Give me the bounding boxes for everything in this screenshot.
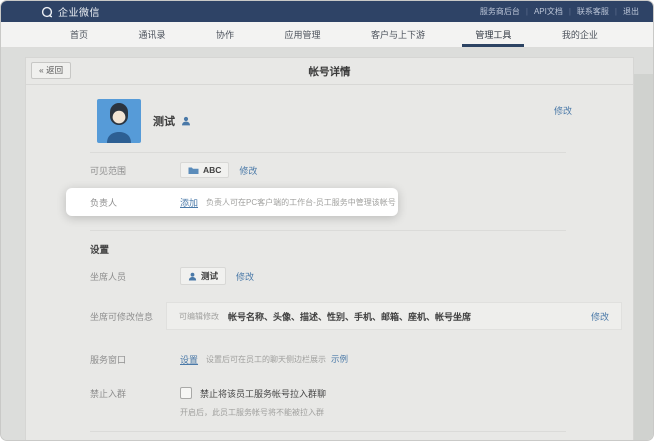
panel-header: 帐号详情 « 返回 [26, 58, 633, 85]
main-nav: 首页 通讯录 协作 应用管理 客户与上下游 管理工具 我的企业 [1, 22, 653, 48]
agent-value: 测试 [201, 270, 218, 282]
tab-home[interactable]: 首页 [57, 22, 101, 47]
profile-modify-link[interactable]: 修改 [554, 104, 572, 117]
topbar-links: 服务商后台 | API文档 | 联系客服 | 退出 [480, 6, 639, 17]
tab-label: 我的企业 [562, 28, 598, 41]
page-title: 帐号详情 [26, 58, 633, 85]
back-button[interactable]: « 返回 [31, 62, 71, 79]
settings-section-title: 设置 [90, 242, 109, 256]
no-group-hint: 开启后，此员工服务帐号将不能被拉入群 [180, 407, 324, 418]
visible-range-label: 可见范围 [90, 164, 180, 177]
back-button-label: 返回 [46, 65, 63, 75]
owner-label: 负责人 [90, 196, 180, 209]
agent-edit-fields: 帐号名称、头像、描述、性别、手机、邮箱、座机、帐号坐席 [228, 310, 582, 323]
separator: | [526, 7, 528, 16]
account-avatar [97, 99, 141, 143]
no-group-option-label: 禁止将该员工服务帐号拉入群聊 [200, 387, 326, 400]
owner-hint: 负责人可在PC客户端的工作台-员工服务中管理该帐号 [206, 197, 396, 208]
agent-modify-link[interactable]: 修改 [236, 270, 254, 283]
service-window-set-link[interactable]: 设置 [180, 353, 198, 366]
tab-label: 客户与上下游 [371, 28, 425, 41]
service-window-label: 服务窗口 [90, 353, 180, 366]
divider [90, 152, 566, 153]
owner-row-spotlight: 负责人 添加 负责人可在PC客户端的工作台-员工服务中管理该帐号 [66, 188, 398, 216]
agent-edit-modify-link[interactable]: 修改 [591, 310, 609, 323]
tab-collaboration[interactable]: 协作 [203, 22, 247, 47]
tab-customers[interactable]: 客户与上下游 [358, 22, 438, 47]
visible-range-row: 可见范围 ABC 修改 [26, 159, 633, 181]
visible-range-value: ABC [203, 165, 221, 175]
brand: 企业微信 [41, 4, 100, 19]
tab-label: 应用管理 [284, 28, 320, 41]
owner-add-link[interactable]: 添加 [180, 196, 198, 209]
no-group-row: 禁止入群 禁止将该员工服务帐号拉入群聊 [26, 385, 633, 401]
tab-admin-tools[interactable]: 管理工具 [462, 22, 524, 47]
topbar-link-api-docs[interactable]: API文档 [534, 6, 563, 17]
no-group-hint-row: 开启后，此员工服务帐号将不能被拉入群 [26, 405, 633, 419]
divider [90, 230, 566, 231]
page-body: 帐号详情 « 返回 测试 [1, 48, 653, 441]
agent-label: 坐席人员 [90, 270, 180, 283]
person-icon [181, 116, 191, 126]
vertical-scrollbar[interactable] [634, 74, 653, 441]
tab-label: 首页 [70, 28, 88, 41]
topbar-link-support[interactable]: 联系客服 [577, 6, 609, 17]
person-icon [188, 272, 197, 281]
tab-label: 通讯录 [138, 28, 165, 41]
topbar: 企业微信 服务商后台 | API文档 | 联系客服 | 退出 [1, 1, 653, 22]
service-window-hint: 设置后可在员工的聊天侧边栏展示 [206, 354, 326, 365]
visible-range-chip: ABC [180, 162, 229, 178]
service-window-example-link[interactable]: 示例 [331, 353, 348, 365]
app-window: 企业微信 服务商后台 | API文档 | 联系客服 | 退出 首页 通讯录 协作… [0, 0, 654, 441]
agent-row: 坐席人员 测试 修改 [26, 265, 633, 287]
folder-icon [188, 166, 199, 175]
agent-edit-band: 可编辑修改 帐号名称、头像、描述、性别、手机、邮箱、座机、帐号坐席 修改 [166, 302, 622, 330]
no-group-label: 禁止入群 [90, 387, 180, 400]
tab-contacts[interactable]: 通讯录 [125, 22, 178, 47]
tab-app-management[interactable]: 应用管理 [271, 22, 333, 47]
divider [90, 431, 566, 432]
no-group-checkbox[interactable] [180, 387, 192, 399]
separator: | [569, 7, 571, 16]
agent-chip: 测试 [180, 267, 226, 285]
account-detail-panel: 帐号详情 « 返回 测试 [25, 57, 634, 441]
topbar-link-provider[interactable]: 服务商后台 [480, 6, 520, 17]
visible-range-modify-link[interactable]: 修改 [239, 164, 257, 177]
agent-edit-prefix: 可编辑修改 [179, 311, 219, 322]
topbar-link-logout[interactable]: 退出 [623, 6, 639, 17]
brand-name: 企业微信 [58, 4, 100, 19]
tab-label: 管理工具 [475, 28, 511, 41]
account-name: 测试 [153, 113, 175, 129]
back-chevron-icon: « [39, 65, 44, 75]
tab-my-company[interactable]: 我的企业 [549, 22, 611, 47]
wecom-logo-icon [41, 6, 53, 18]
tab-label: 协作 [216, 28, 234, 41]
separator: | [615, 7, 617, 16]
service-window-row: 服务窗口 设置 设置后可在员工的聊天侧边栏展示 示例 [26, 348, 633, 370]
